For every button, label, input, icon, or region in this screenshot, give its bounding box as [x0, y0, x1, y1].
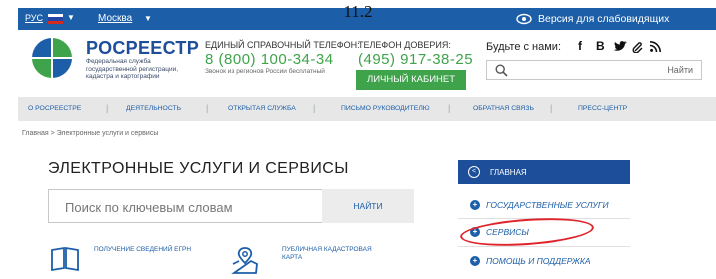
sidebar-item-label: ГЛАВНАЯ	[490, 168, 527, 177]
phone-label: ЕДИНЫЙ СПРАВОЧНЫЙ ТЕЛЕФОН:	[205, 40, 360, 50]
header-search-button[interactable]: Найти	[667, 65, 693, 75]
twitter-icon[interactable]	[614, 41, 627, 52]
nav-item-letter[interactable]: ПИСЬМО РУКОВОДИТЕЛЮ	[341, 105, 430, 112]
book-icon[interactable]	[50, 244, 80, 272]
paperclip-icon[interactable]	[632, 41, 644, 53]
facebook-icon[interactable]: f	[578, 39, 582, 53]
sidebar-item-label: ПОМОЩЬ И ПОДДЕРЖКА	[486, 256, 591, 266]
main-navigation: О РОСРЕЕСТРЕ | ДЕЯТЕЛЬНОСТЬ | ОТКРЫТАЯ С…	[18, 97, 716, 121]
sidebar-item-label: ГОСУДАРСТВЕННЫЕ УСЛУГИ	[486, 200, 609, 210]
header: РОСРЕЕСТР Федеральная служба государстве…	[18, 30, 716, 92]
sidebar-item-home[interactable]: < ГЛАВНАЯ	[458, 160, 630, 184]
page-title: ЭЛЕКТРОННЫЕ УСЛУГИ И СЕРВИСЫ	[48, 160, 349, 177]
nav-separator: |	[448, 103, 451, 113]
trust-phone-number[interactable]: (495) 917-38-25	[358, 51, 473, 68]
personal-cabinet-button[interactable]: ЛИЧНЫЙ КАБИНЕТ	[356, 70, 466, 90]
highlight-ellipse-annotation	[459, 214, 595, 250]
service-cadastral-map-label[interactable]: ПУБЛИЧНАЯ КАДАСТРОВАЯ КАРТА	[282, 246, 392, 262]
search-icon[interactable]	[495, 64, 508, 77]
find-button[interactable]: НАЙТИ	[322, 189, 414, 223]
nav-separator: |	[206, 103, 209, 113]
nav-item-open-service[interactable]: ОТКРЫТАЯ СЛУЖБА	[228, 105, 296, 112]
phone-number[interactable]: 8 (800) 100-34-34	[205, 51, 334, 68]
rss-icon[interactable]	[650, 41, 661, 52]
sidebar-item-help[interactable]: + ПОМОЩЬ И ПОДДЕРЖКА	[458, 251, 630, 273]
phone-note: Звонок из регионов России бесплатный	[205, 68, 325, 75]
brand-name: РОСРЕЕСТР	[86, 38, 200, 58]
trust-phone-label: ТЕЛЕФОН ДОВЕРИЯ:	[358, 40, 451, 50]
nav-item-press[interactable]: ПРЕСС-ЦЕНТР	[578, 105, 627, 112]
nav-item-activity[interactable]: ДЕЯТЕЛЬНОСТЬ	[126, 105, 181, 112]
blogger-icon[interactable]: B	[596, 39, 605, 53]
service-egrn-label[interactable]: ПОЛУЧЕНИЕ СВЕДЕНИЙ ЕГРН	[94, 246, 214, 254]
social-label: Будьте с нами:	[486, 41, 562, 53]
sidebar-divider	[458, 246, 630, 247]
chevron-left-icon: <	[468, 166, 480, 178]
map-icon[interactable]	[230, 246, 260, 274]
search-placeholder: Поиск по ключевым словам	[65, 200, 233, 215]
brand-subtitle: Федеральная служба государственной регис…	[86, 58, 179, 80]
plus-icon: +	[470, 200, 480, 210]
breadcrumb[interactable]: Главная > Электронные услуги и сервисы	[22, 130, 158, 137]
sidebar-item-state-services[interactable]: + ГОСУДАРСТВЕННЫЕ УСЛУГИ	[458, 195, 630, 217]
nav-separator: |	[313, 103, 316, 113]
nav-item-feedback[interactable]: ОБРАТНАЯ СВЯЗЬ	[473, 105, 534, 112]
nav-separator: |	[106, 103, 109, 113]
plus-icon: +	[470, 256, 480, 266]
search-input[interactable]: Поиск по ключевым словам	[48, 189, 336, 223]
rosreestr-logo-icon[interactable]	[30, 36, 74, 80]
nav-item-about[interactable]: О РОСРЕЕСТРЕ	[28, 105, 81, 112]
figure-number: 11.2	[343, 2, 373, 21]
header-search[interactable]: Найти	[486, 60, 702, 80]
nav-separator: |	[550, 103, 553, 113]
